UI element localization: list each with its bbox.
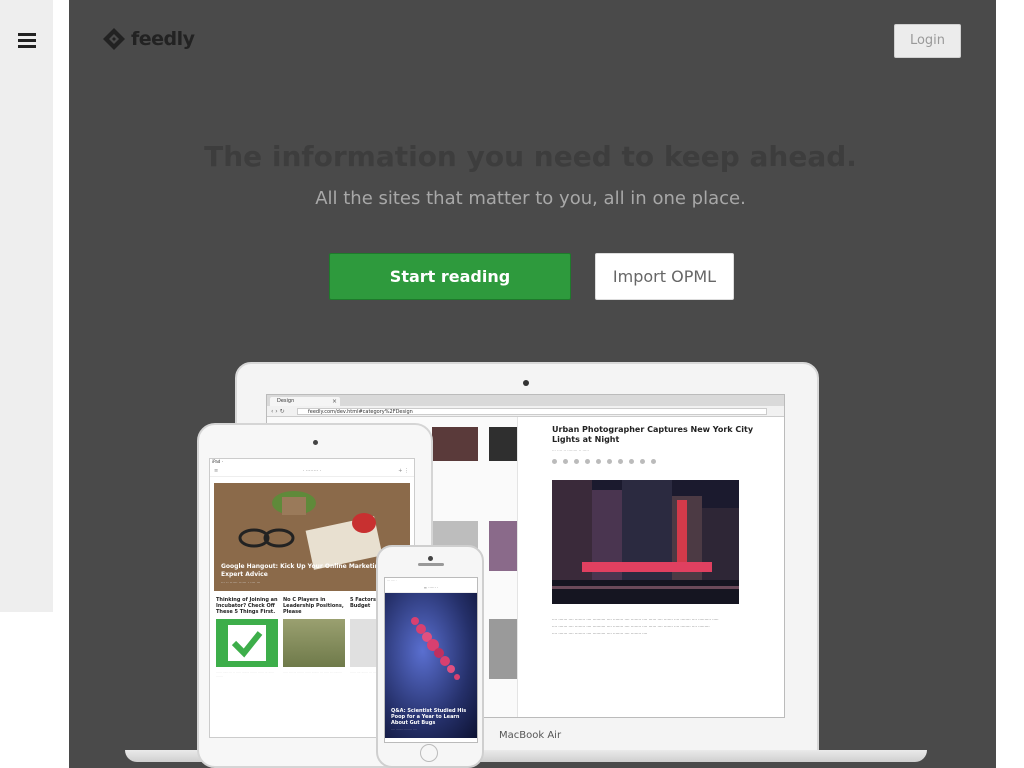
radio-city-photo [552, 480, 739, 604]
article-view: Urban Photographer Captures New York Cit… [517, 417, 784, 717]
tablet-card-excerpt: ······ ······ ··· ·· ····· ········ ····… [216, 670, 275, 678]
phone-speaker [418, 563, 444, 566]
tablet-card-title: No C Players in Leadership Positions, Pl… [283, 597, 344, 615]
phone-hero-caption: Q&A: Scientist Studied His Poop for a Ye… [391, 708, 475, 732]
phone-hero-meta: ···· ········ ········ ···· [391, 727, 417, 731]
browser-nav-icons: ‹ › ↻ [271, 408, 285, 415]
phone-illustration: ··· ···· · ≡ ······ · Q&A: Scientist Stu… [376, 545, 484, 768]
article-meta: ··· ···· ·· ········ ·· ····· [552, 448, 589, 453]
feed-thumbnail [489, 521, 517, 571]
browser-tab-strip: Design × [267, 395, 784, 406]
phone-screen: ··· ···· · ≡ ······ · Q&A: Scientist Stu… [384, 577, 478, 743]
article-title: Urban Photographer Captures New York Cit… [552, 425, 754, 444]
laptop-camera [523, 380, 529, 386]
feed-thumbnail [489, 427, 517, 461]
tablet-card-excerpt: ····· ···· ··· ······· ······ ········ ·… [283, 670, 343, 674]
home-button [420, 744, 438, 762]
import-opml-button[interactable]: Import OPML [595, 253, 734, 300]
tablet-card: No C Players in Leadership Positions, Pl… [283, 597, 345, 696]
check-graphic [228, 625, 266, 661]
feed-thumbnail [489, 619, 517, 679]
feed-thumbnail [432, 427, 478, 461]
login-button[interactable]: Login [894, 24, 961, 58]
laptop-brand-label: MacBook Air [499, 730, 562, 741]
hamburger-menu-icon[interactable] [18, 33, 36, 48]
checkmark-icon [216, 619, 278, 667]
feedly-logo[interactable]: feedly [101, 26, 195, 52]
menu-icon: ≡ [214, 468, 219, 474]
main-panel: feedly Login The information you need to… [69, 0, 996, 768]
phone-hero-card: Q&A: Scientist Studied His Poop for a Ye… [385, 593, 477, 738]
logo-wordmark: feedly [131, 28, 195, 50]
tablet-camera [313, 440, 318, 445]
browser-url: feedly.com/dev.html#category%2FDesign [297, 408, 767, 415]
phone-camera [428, 556, 433, 561]
article-photo [552, 480, 739, 604]
browser-tab-label: Design [277, 398, 295, 404]
browser-address-bar: ‹ › ↻ feedly.com/dev.html#category%2FDes… [267, 406, 784, 417]
side-strip [0, 0, 53, 612]
phone-hero-title: Q&A: Scientist Studied His Poop for a Ye… [391, 708, 467, 726]
add-icon: + ⋮ [398, 468, 409, 474]
article-body: ···· ······· ···· ········ ···· ········… [552, 617, 719, 636]
tablet-card-title: Thinking of Joining an Incubator? Check … [216, 597, 278, 615]
tablet-toolbar-title: · ········ · [302, 468, 322, 474]
tablet-hero-title: Google Hangout: Kick Up Your Online Mark… [221, 563, 384, 578]
close-icon: × [331, 398, 337, 405]
tablet-card: Thinking of Joining an Incubator? Check … [216, 597, 278, 696]
page-subline: All the sites that matter to you, all in… [315, 188, 746, 209]
share-icons [552, 459, 766, 464]
page-headline: The information you need to keep ahead. [204, 140, 857, 173]
browser-tab: Design × [270, 397, 340, 406]
feedly-leaf-icon [103, 28, 125, 50]
tablet-toolbar: ≡ · ········ · + ⋮ [210, 465, 414, 477]
chess-pieces-image [283, 619, 345, 667]
start-reading-button[interactable]: Start reading [329, 253, 571, 300]
phone-toolbar: ≡ ······ · [385, 583, 477, 593]
